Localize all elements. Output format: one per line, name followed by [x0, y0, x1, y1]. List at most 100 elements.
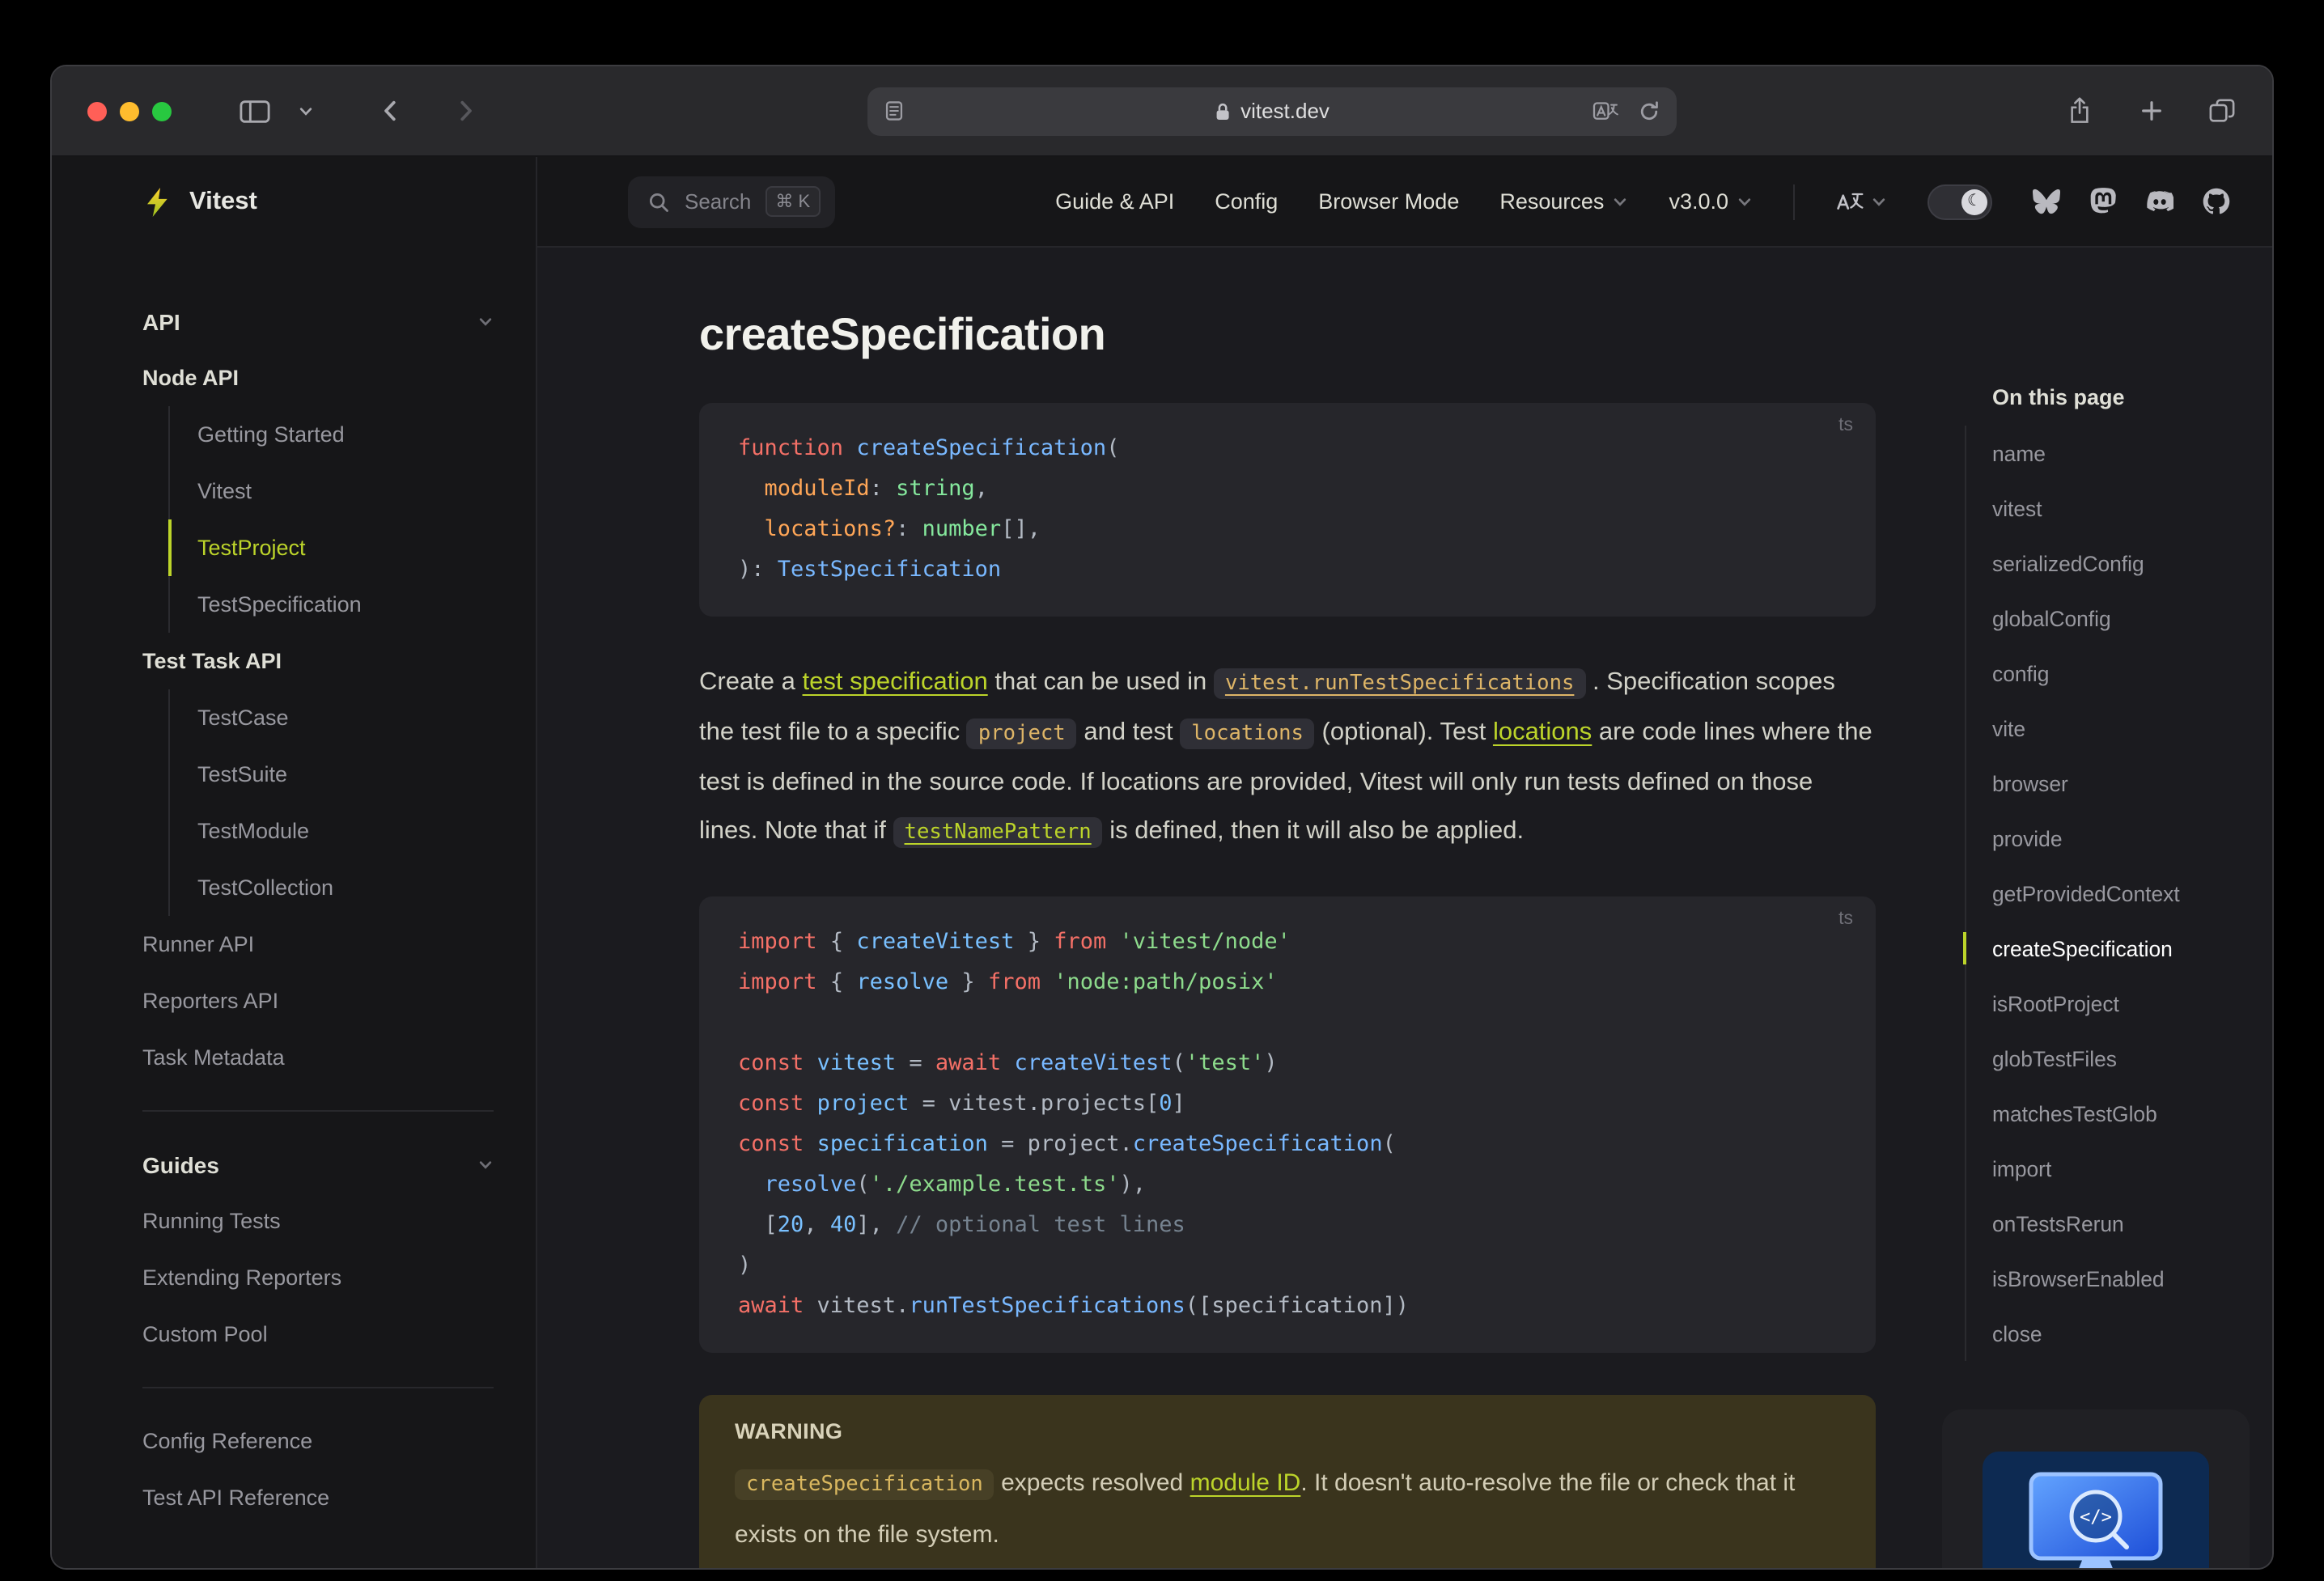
outline-item-name[interactable]: name: [1966, 426, 2233, 481]
sidebar-item-testspecification[interactable]: TestSpecification: [168, 576, 494, 633]
inline-code: project: [966, 718, 1077, 749]
nav-link-browser-mode[interactable]: Browser Mode: [1318, 189, 1459, 214]
sidebar-chevron-button[interactable]: [285, 90, 327, 132]
nav-link-v3-0-0[interactable]: v3.0.0: [1669, 189, 1753, 214]
nav-link-resources[interactable]: Resources: [1499, 189, 1628, 214]
text-run: Create a: [699, 668, 803, 696]
sidebar-item-getting-started[interactable]: Getting Started: [168, 406, 494, 463]
social-discord-link[interactable]: [2146, 188, 2175, 215]
outline-item-globalconfig[interactable]: globalConfig: [1966, 591, 2233, 646]
sidebar-item-testcase[interactable]: TestCase: [168, 689, 494, 746]
code-lang-badge: ts: [1838, 909, 1853, 929]
zoom-window-button[interactable]: [152, 101, 172, 121]
traffic-lights: [87, 101, 172, 121]
inline-code: createSpecification: [735, 1469, 994, 1500]
close-window-button[interactable]: [87, 101, 107, 121]
code-lang-badge: ts: [1838, 416, 1853, 435]
code-block-signature: ts function createSpecification( moduleI…: [699, 403, 1876, 617]
vitest-logo[interactable]: Vitest: [52, 157, 536, 248]
search-button[interactable]: Search ⌘ K: [628, 176, 835, 227]
sidebar-item-vitest[interactable]: Vitest: [168, 463, 494, 519]
promo-card[interactable]: </>: [1942, 1409, 2250, 1568]
sidebar-item-config-reference[interactable]: Config Reference: [142, 1413, 494, 1469]
social-mastodon-link[interactable]: [2089, 188, 2117, 215]
tab-overview-button[interactable]: [2201, 90, 2243, 132]
search-shortcut: ⌘ K: [765, 186, 821, 217]
nav-link-label: Guide & API: [1055, 189, 1175, 214]
site: Vitest API Node API Getting Started Vitest T…: [52, 157, 2272, 1568]
warning-title: WARNING: [735, 1419, 843, 1443]
outline-item-ontestsrerun[interactable]: onTestsRerun: [1966, 1196, 2233, 1251]
outline-item-vitest[interactable]: vitest: [1966, 481, 2233, 536]
code-line: import { resolve } from 'node:path/posix…: [738, 969, 1278, 995]
social-links: [2033, 188, 2230, 215]
outline-item-vite[interactable]: vite: [1966, 701, 2233, 756]
svg-text:</>: </>: [2080, 1507, 2112, 1528]
code-line: locations?: number[],: [764, 516, 1041, 542]
new-tab-button[interactable]: [2130, 90, 2172, 132]
sidebar-section-guides[interactable]: Guides: [142, 1136, 494, 1193]
inline-link[interactable]: test specification: [803, 668, 988, 696]
inline-link[interactable]: locations: [1493, 718, 1592, 746]
outline-item-createspecification[interactable]: createSpecification: [1963, 921, 2233, 976]
browser-toolbar: vitest.dev: [52, 66, 2272, 157]
nav-link-guide-api[interactable]: Guide & API: [1055, 189, 1174, 214]
navbar-divider: [1793, 184, 1795, 219]
sidebar-item-testproject[interactable]: TestProject: [168, 519, 494, 576]
sidebar-item-testsuite[interactable]: TestSuite: [168, 746, 494, 803]
back-button[interactable]: [369, 90, 411, 132]
sidebar-item-task-metadata[interactable]: Task Metadata: [142, 1029, 494, 1086]
address-bar[interactable]: vitest.dev: [867, 87, 1677, 135]
social-github-link[interactable]: [2203, 188, 2230, 215]
outline-item-globtestfiles[interactable]: globTestFiles: [1966, 1031, 2233, 1086]
sidebar-section-api[interactable]: API: [142, 293, 494, 350]
minimize-window-button[interactable]: [120, 101, 139, 121]
outline-item-provide[interactable]: provide: [1966, 811, 2233, 866]
translate-icon[interactable]: [1592, 100, 1618, 122]
outline-title: On this page: [1992, 385, 2125, 409]
sidebar-item-testcollection[interactable]: TestCollection: [168, 859, 494, 916]
code-block-example: ts import { createVitest } from 'vitest/…: [699, 896, 1876, 1353]
sidebar-nav: API Node API Getting Started Vitest TestProj…: [52, 248, 536, 1526]
forward-button[interactable]: [443, 90, 486, 132]
inline-code-link[interactable]: testNamePattern: [893, 817, 1103, 848]
page-heading: createSpecification: [699, 309, 1106, 359]
sidebar-toggle-button[interactable]: [233, 90, 275, 132]
outline-item-close[interactable]: close: [1966, 1306, 2233, 1361]
share-button[interactable]: [2059, 90, 2101, 132]
nav-link-label: Resources: [1499, 189, 1605, 214]
toolbar-center: vitest.dev: [486, 87, 2059, 135]
sidebar-item-node-api[interactable]: Node API: [142, 350, 494, 406]
sidebar-item-running-tests[interactable]: Running Tests: [142, 1193, 494, 1249]
sidebar-item-extending-reporters[interactable]: Extending Reporters: [142, 1249, 494, 1306]
sidebar-item-custom-pool[interactable]: Custom Pool: [142, 1306, 494, 1363]
reload-icon[interactable]: [1638, 100, 1660, 122]
outline-item-getprovidedcontext[interactable]: getProvidedContext: [1966, 866, 2233, 921]
outline-item-serializedconfig[interactable]: serializedConfig: [1966, 536, 2233, 591]
sidebar-item-test-api-reference[interactable]: Test API Reference: [142, 1469, 494, 1526]
inline-code-link[interactable]: vitest.runTestSpecifications: [1213, 668, 1586, 699]
code-line: function createSpecification(: [738, 435, 1120, 461]
page-menu-icon[interactable]: [884, 100, 905, 121]
code-line: [20, 40], // optional test lines: [738, 1212, 1185, 1238]
chevron-down-icon: [477, 1156, 494, 1172]
theme-toggle[interactable]: ☾: [1927, 184, 1992, 219]
inline-link[interactable]: module ID: [1190, 1469, 1301, 1497]
sidebar-item-test-task-api[interactable]: Test Task API: [142, 633, 494, 689]
outline-item-import[interactable]: import: [1966, 1141, 2233, 1196]
outline-item-matchestestglob[interactable]: matchesTestGlob: [1966, 1086, 2233, 1141]
nav-link-config[interactable]: Config: [1215, 189, 1278, 214]
social-bluesky-link[interactable]: [2033, 188, 2060, 215]
nav-link-label: Config: [1215, 189, 1279, 214]
sidebar-item-reporters-api[interactable]: Reporters API: [142, 973, 494, 1029]
outline-item-config[interactable]: config: [1966, 646, 2233, 701]
url-text: vitest.dev: [1215, 99, 1330, 123]
language-menu[interactable]: [1835, 189, 1887, 214]
outline-item-isrootproject[interactable]: isRootProject: [1966, 976, 2233, 1031]
code-example: import { createVitest } from 'vitest/nod…: [738, 922, 1837, 1327]
sidebar-divider: [142, 1110, 494, 1112]
outline-item-browser[interactable]: browser: [1966, 756, 2233, 811]
outline-item-isbrowserenabled[interactable]: isBrowserEnabled: [1966, 1251, 2233, 1306]
sidebar-item-testmodule[interactable]: TestModule: [168, 803, 494, 859]
sidebar-item-runner-api[interactable]: Runner API: [142, 916, 494, 973]
